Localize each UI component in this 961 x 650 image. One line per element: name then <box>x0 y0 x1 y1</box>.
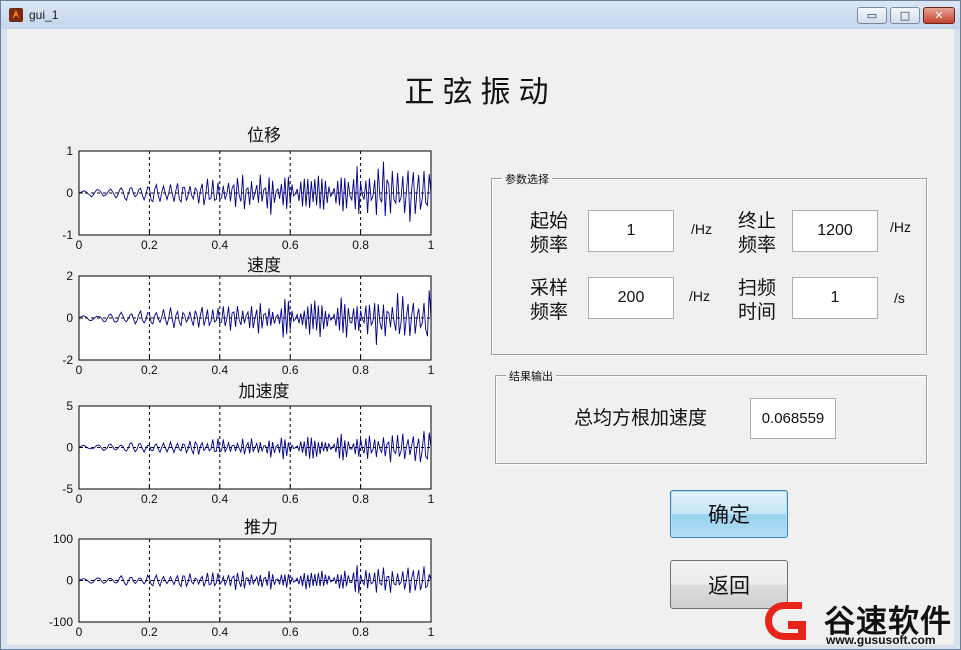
sweep-time-input[interactable] <box>792 277 878 319</box>
end-freq-label-line1: 终止 <box>738 210 777 232</box>
sweep-time-label-line2: 时间 <box>738 301 777 323</box>
x-tick-label: 1 <box>428 492 435 506</box>
x-tick-label: 0.6 <box>282 238 299 252</box>
start-freq-input[interactable] <box>588 210 674 252</box>
y-tick-label: 2 <box>66 269 73 283</box>
rms-accel-output[interactable] <box>750 398 836 439</box>
x-tick-label: 0.4 <box>211 625 228 639</box>
end-freq-input[interactable] <box>792 210 878 252</box>
end-freq-label-line2: 频率 <box>738 234 777 256</box>
sweep-time-label: 扫频 时间 <box>738 276 776 324</box>
close-button[interactable]: ✕ <box>923 7 955 24</box>
x-tick-label: 0.2 <box>141 492 158 506</box>
end-freq-label: 终止 频率 <box>738 209 776 257</box>
watermark-url: www.gususoft.com <box>826 633 936 647</box>
x-tick-label: 0 <box>76 625 83 639</box>
title-bar[interactable]: gui_1 ▭ □ ✕ <box>1 1 960 29</box>
y-tick-label: 1 <box>66 144 73 158</box>
maximize-button[interactable]: □ <box>890 7 920 24</box>
x-tick-label: 0.6 <box>282 363 299 377</box>
params-panel-title: 参数选择 <box>502 171 552 187</box>
sample-freq-unit: /Hz <box>689 288 710 304</box>
start-freq-unit: /Hz <box>691 221 712 237</box>
start-freq-label: 起始 频率 <box>530 209 568 257</box>
sample-freq-label-line1: 采样 <box>530 277 569 299</box>
x-tick-label: 0.4 <box>211 363 228 377</box>
close-icon: ✕ <box>934 9 944 22</box>
x-tick-label: 0.8 <box>352 238 369 252</box>
params-panel: 参数选择 起始 频率 /Hz 终止 频率 /Hz 采样 频率 /Hz 扫频 时间 <box>491 171 927 355</box>
x-tick-label: 0 <box>76 492 83 506</box>
app-window: gui_1 ▭ □ ✕ 正弦振动 位移 速度 加速度 推力 0 0.2 0.4 0.6… <box>0 0 961 650</box>
x-tick-label: 0 <box>76 363 83 377</box>
sample-freq-label-line2: 频率 <box>530 301 569 323</box>
x-tick-label: 0.6 <box>282 625 299 639</box>
plot-displacement[interactable]: 0 0.2 0.4 0.6 0.8 110-1 <box>62 144 434 252</box>
x-tick-label: 0.4 <box>211 238 228 252</box>
window-title: gui_1 <box>29 8 59 22</box>
x-tick-label: 1 <box>428 238 435 252</box>
y-tick-label: -100 <box>49 615 73 629</box>
x-tick-label: 0.2 <box>141 625 158 639</box>
minimize-button[interactable]: ▭ <box>857 7 887 24</box>
y-tick-label: 100 <box>53 532 73 546</box>
figure-client-area: 正弦振动 位移 速度 加速度 推力 0 0.2 0.4 0.6 0.8 1 1 0 -1 0 0.… <box>7 29 954 645</box>
sweep-time-label-line1: 扫频 <box>738 277 777 299</box>
page-title: 正弦振动 <box>404 75 557 110</box>
x-tick-label: 0.8 <box>352 625 369 639</box>
y-tick-label: -2 <box>62 353 73 367</box>
x-tick-label: 0.6 <box>282 492 299 506</box>
end-freq-unit: /Hz <box>890 219 911 235</box>
plot-acceleration[interactable]: 0 0.2 0.4 0.6 0.8 150-5 <box>62 399 434 506</box>
x-tick-label: 1 <box>428 625 435 639</box>
axes-title-displacement: 位移 <box>247 126 281 146</box>
maximize-icon: □ <box>899 9 911 22</box>
y-tick-label: 0 <box>66 186 73 200</box>
x-tick-label: 0.8 <box>352 492 369 506</box>
sweep-time-unit: /s <box>894 290 905 306</box>
y-tick-label: 5 <box>66 399 73 413</box>
axes-title-velocity: 速度 <box>247 256 281 276</box>
y-tick-label: -5 <box>62 482 73 496</box>
y-tick-label: 0 <box>66 574 73 588</box>
minimize-icon: ▭ <box>866 9 878 22</box>
result-panel-title: 结果输出 <box>506 368 556 384</box>
result-panel: 结果输出 总均方根加速度 <box>495 368 927 464</box>
x-tick-label: 0 <box>76 238 83 252</box>
start-freq-label-line1: 起始 <box>530 210 569 232</box>
axes-title-force: 推力 <box>244 518 278 538</box>
plot-force[interactable]: 0 0.2 0.4 0.6 0.8 11000-100 <box>49 532 435 639</box>
matlab-icon <box>9 8 23 22</box>
rms-accel-label: 总均方根加速度 <box>574 407 708 429</box>
start-freq-label-line2: 频率 <box>530 234 569 256</box>
x-tick-label: 1 <box>428 363 435 377</box>
y-tick-label: -1 <box>62 228 73 242</box>
gususoft-logo-icon <box>765 602 806 640</box>
y-tick-label: 0 <box>66 311 73 325</box>
x-tick-label: 0.2 <box>141 363 158 377</box>
plot-velocity[interactable]: 0 0.2 0.4 0.6 0.8 120-2 <box>62 269 434 377</box>
sample-freq-input[interactable] <box>588 277 674 319</box>
confirm-button[interactable]: 确定 <box>670 490 788 538</box>
axes-title-acceleration: 加速度 <box>238 382 290 402</box>
sample-freq-label: 采样 频率 <box>530 276 568 324</box>
x-tick-label: 0.8 <box>352 363 369 377</box>
y-tick-label: 0 <box>66 441 73 455</box>
x-tick-label: 0.2 <box>141 238 158 252</box>
x-tick-label: 0.4 <box>211 492 228 506</box>
